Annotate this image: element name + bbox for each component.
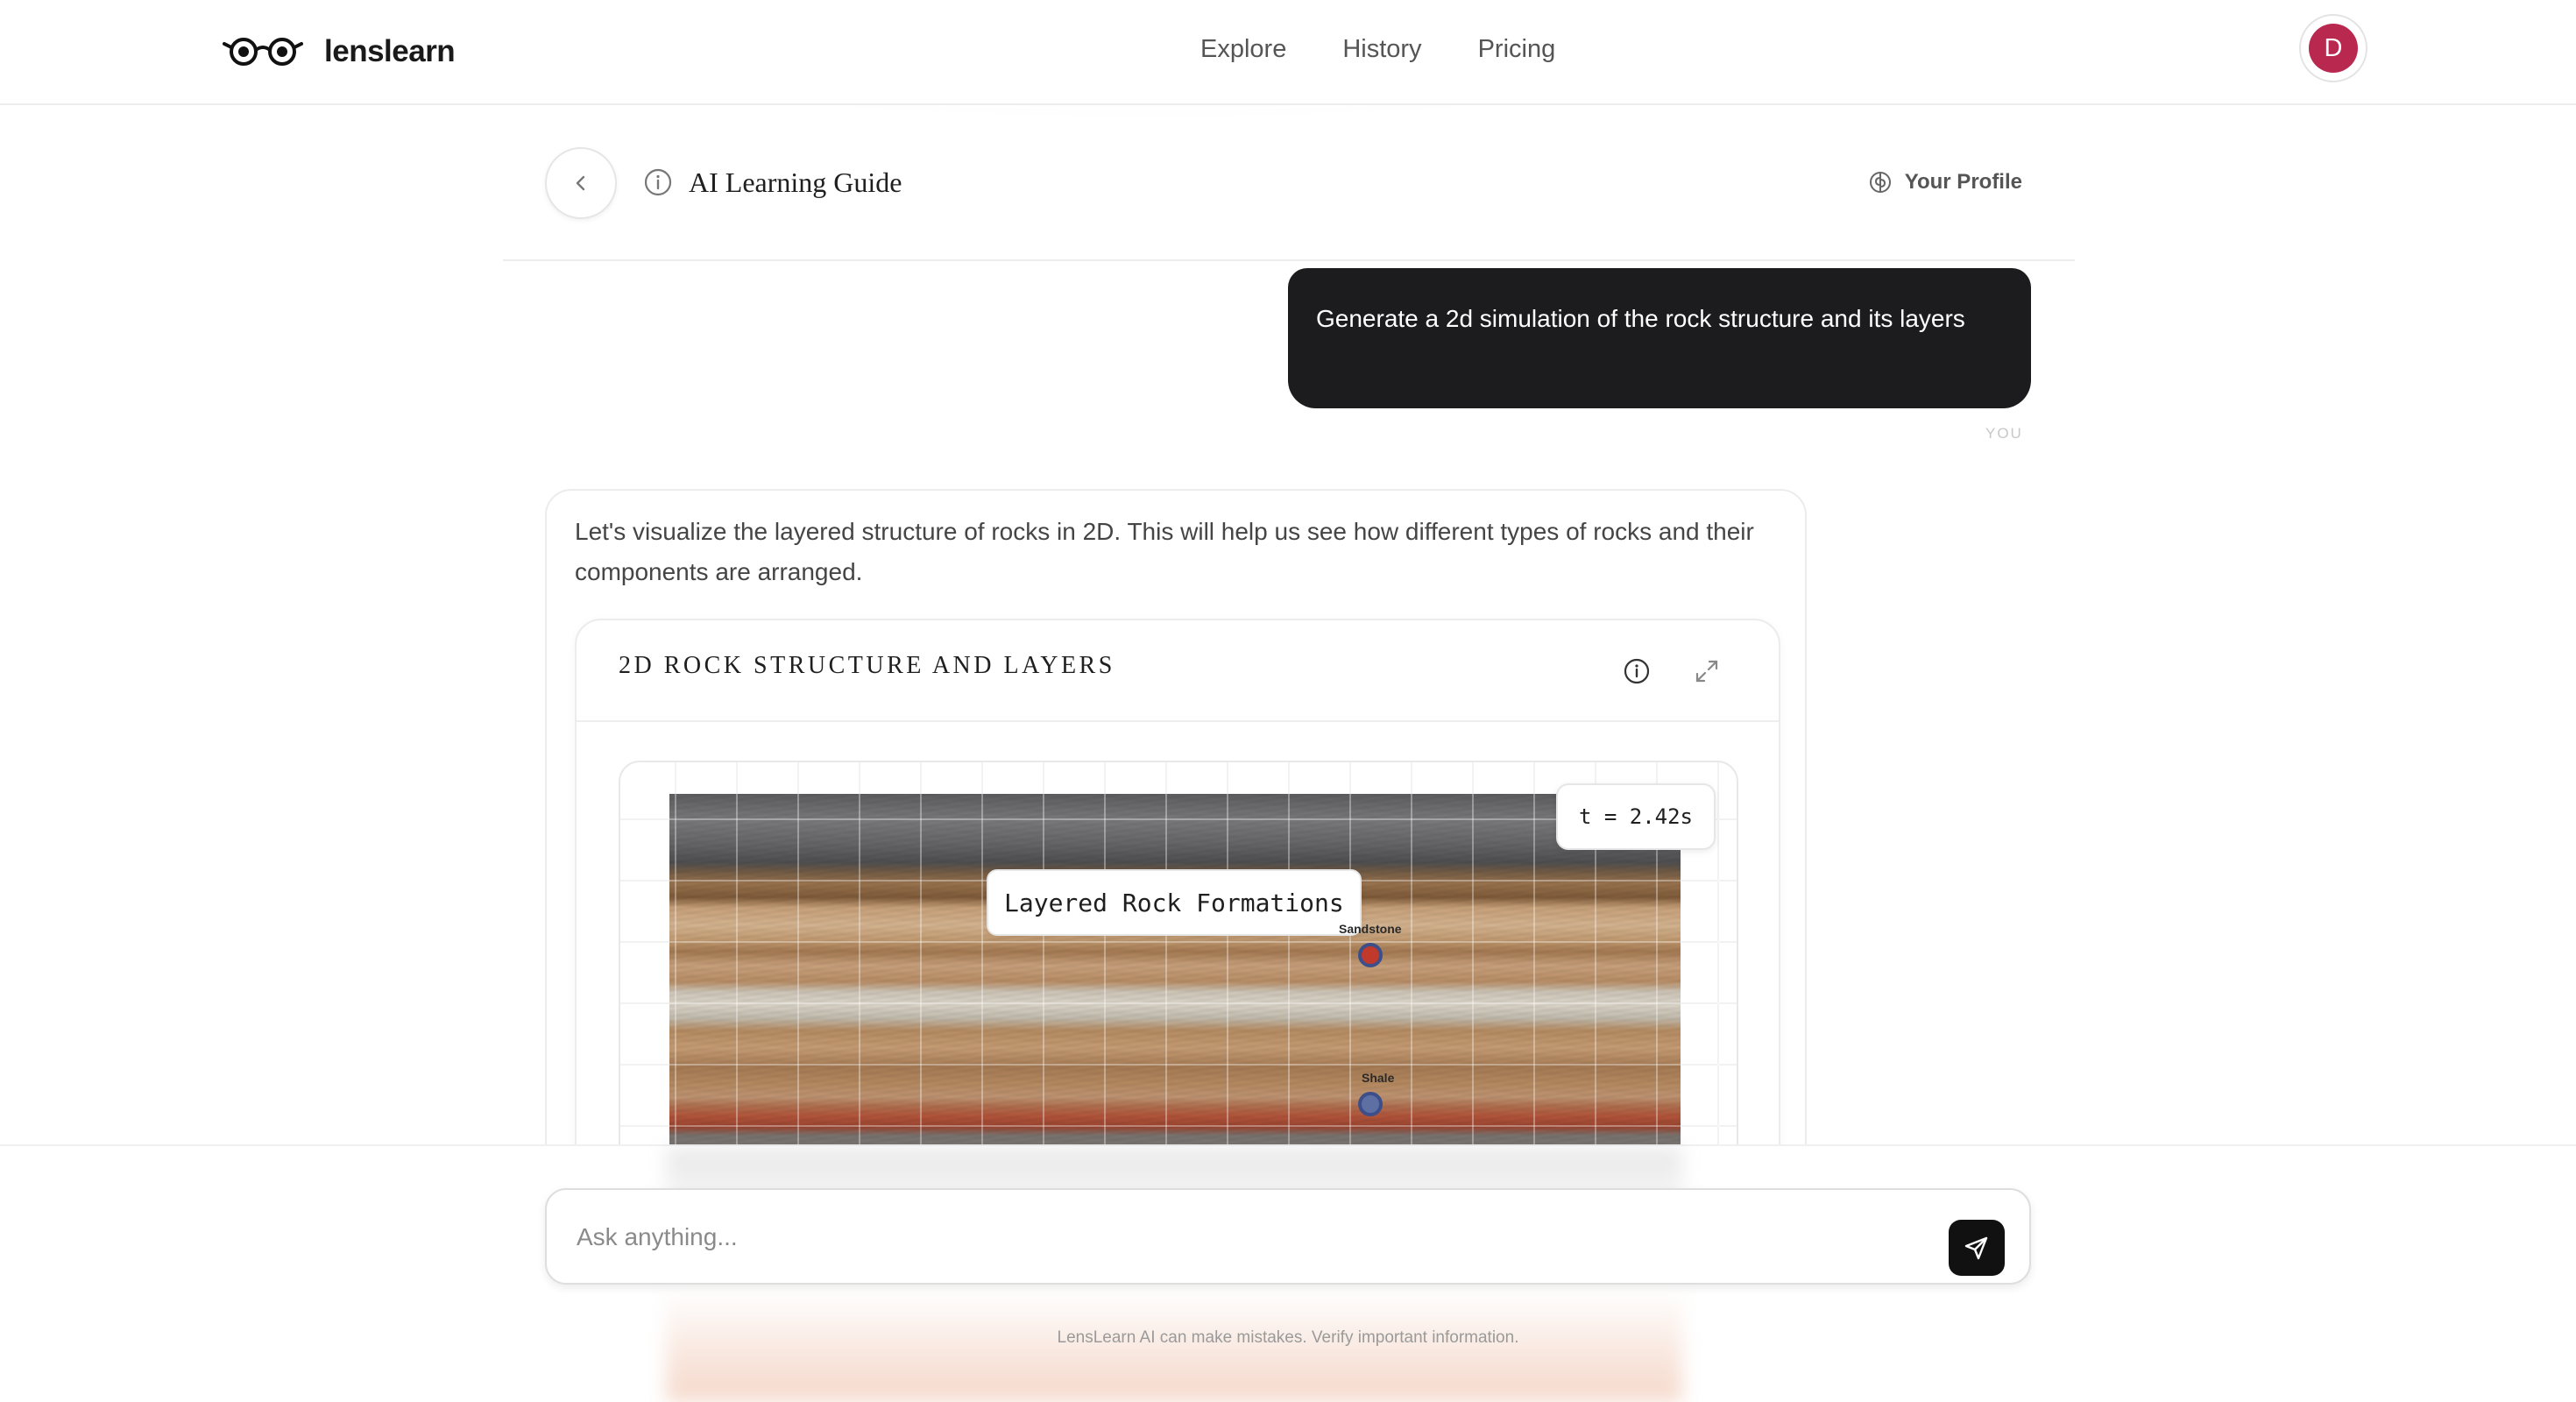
user-avatar[interactable]: D: [2309, 24, 2358, 73]
expand-icon: [1695, 660, 1718, 683]
user-message-bubble: Generate a 2d simulation of the rock str…: [1288, 268, 2031, 408]
ai-disclaimer: LensLearn AI can make mistakes. Verify i…: [1057, 1328, 1519, 1347]
nav-link-explore[interactable]: Explore: [1200, 35, 1286, 64]
simulation-title: 2D ROCK STRUCTURE AND LAYERS: [619, 652, 1115, 679]
chevron-left-icon: [576, 175, 585, 191]
guide-subheader: AI Learning Guide Your Profile: [503, 140, 2075, 261]
user-message-tag: YOU: [1985, 425, 2023, 442]
shale-marker-label: Shale: [1362, 1071, 1395, 1085]
ai-response-text: Let's visualize the layered structure of…: [575, 518, 1754, 585]
info-icon[interactable]: [643, 167, 673, 197]
top-navigation-bar: lenslearn Explore History Pricing D: [0, 0, 2576, 105]
simulation-header: 2D ROCK STRUCTURE AND LAYERS: [577, 620, 1779, 722]
ask-input[interactable]: [575, 1214, 1893, 1260]
simulation-info-button[interactable]: [1621, 655, 1652, 687]
main-nav: Explore History Pricing: [1200, 30, 1555, 68]
your-profile-label: Your Profile: [1904, 170, 2022, 194]
sandstone-marker[interactable]: [1358, 943, 1383, 967]
canvas-title-label: Layered Rock Formations: [987, 869, 1362, 936]
nav-link-history[interactable]: History: [1342, 35, 1421, 64]
simulation-canvas[interactable]: t = 2.42s Layered Rock Formations Sandst…: [619, 761, 1738, 1171]
info-icon: [1624, 658, 1650, 684]
nav-link-pricing[interactable]: Pricing: [1478, 35, 1556, 64]
avatar-ring: D: [2299, 14, 2367, 82]
glasses-logo-icon: [223, 38, 303, 66]
time-readout: t = 2.42s: [1555, 783, 1716, 850]
rock-texture: [669, 794, 1681, 1171]
simulation-card: 2D ROCK STRUCTURE AND LAYERS t = 2.42s L…: [575, 619, 1780, 1171]
brand-logo[interactable]: lenslearn: [223, 26, 456, 77]
back-button[interactable]: [545, 147, 617, 219]
sandstone-marker-label: Sandstone: [1339, 922, 1402, 936]
ai-response-card: Let's visualize the layered structure of…: [545, 489, 1807, 1172]
send-button[interactable]: [1949, 1220, 2005, 1276]
guide-title-group: AI Learning Guide: [643, 161, 902, 203]
shale-marker[interactable]: [1358, 1092, 1383, 1116]
your-profile-link[interactable]: Your Profile: [1868, 165, 2022, 200]
brand-name: lenslearn: [324, 34, 456, 68]
brain-icon: [1869, 172, 1891, 193]
chat-composer: [545, 1188, 2031, 1285]
expand-button[interactable]: [1691, 655, 1723, 687]
send-icon: [1964, 1236, 1988, 1260]
page-title: AI Learning Guide: [689, 166, 902, 198]
